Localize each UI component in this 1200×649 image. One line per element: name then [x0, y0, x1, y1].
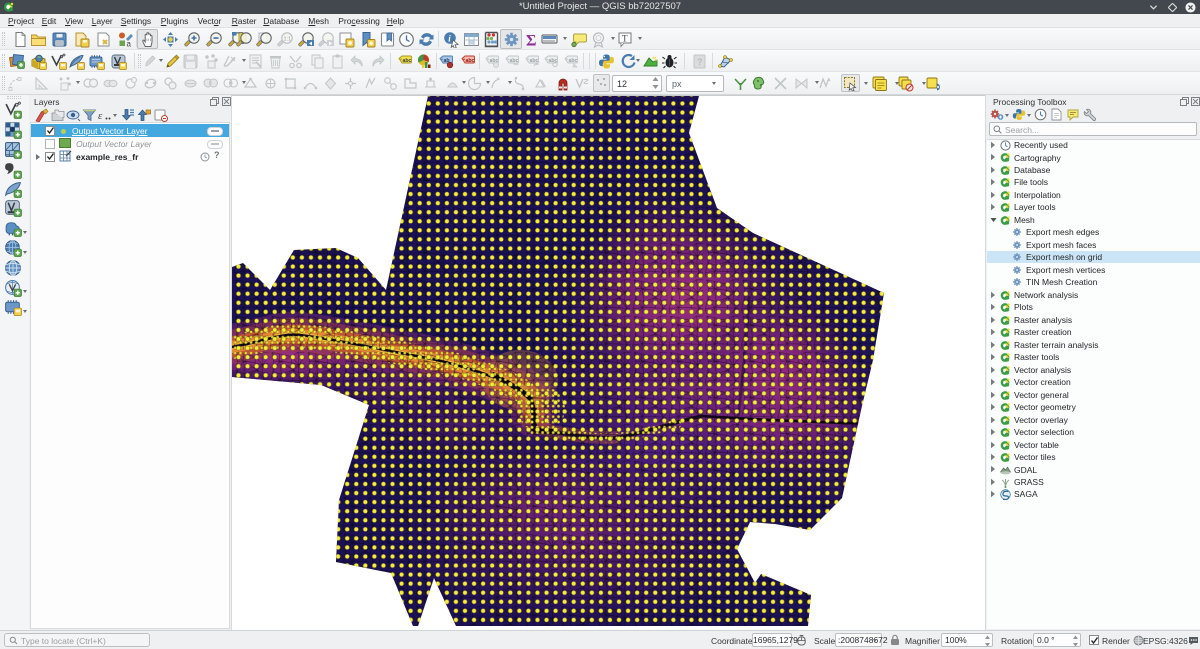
- svg-text:abc: abc: [402, 58, 411, 64]
- svg-text:abc: abc: [568, 58, 577, 64]
- svg-text:Σ: Σ: [526, 33, 536, 49]
- svg-text:a: a: [126, 40, 131, 49]
- svg-text:T: T: [622, 34, 628, 44]
- svg-text:abc: abc: [509, 58, 518, 64]
- svg-text:?: ?: [697, 57, 703, 67]
- svg-text:ε: ε: [98, 110, 103, 122]
- svg-text:abc: abc: [465, 58, 474, 64]
- svg-text:1:1: 1:1: [283, 37, 291, 43]
